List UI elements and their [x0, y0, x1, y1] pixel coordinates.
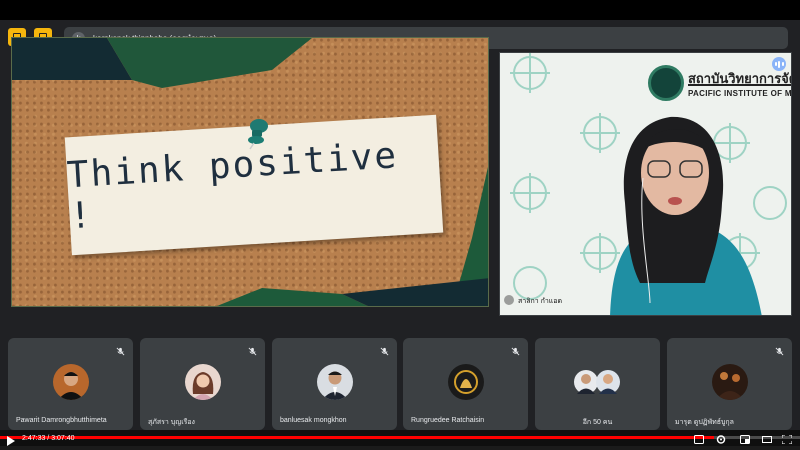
participant-avatar: [447, 364, 484, 400]
duration: 3:07:40: [51, 435, 75, 442]
participant-name: banluesak mongkhon: [280, 417, 347, 424]
participant-tile[interactable]: สุภัสรา บุญเรือง: [140, 338, 265, 430]
time-display: 2:47:33 / 3:07:40: [22, 435, 75, 442]
speaker-mic-icon: [504, 295, 514, 305]
presentation-slide: Think positive !: [11, 37, 489, 307]
participant-tile[interactable]: Rungruedee Ratchaisin: [403, 338, 528, 430]
mic-off-icon: [248, 347, 257, 356]
more-participants-tile[interactable]: อีก 50 คน: [535, 338, 660, 430]
speaking-indicator-icon: [772, 57, 786, 71]
subtitles-icon[interactable]: [694, 435, 704, 444]
mic-off-icon: [511, 347, 520, 356]
play-icon[interactable]: [7, 436, 15, 446]
settings-gear-icon[interactable]: [716, 435, 726, 444]
current-time: 2:47:33: [22, 435, 46, 442]
progress-fill: [0, 436, 714, 439]
top-bar: [0, 0, 800, 20]
participant-name: สุภัสรา บุญเรือง: [148, 419, 195, 426]
mic-off-icon: [116, 347, 125, 356]
participant-tile[interactable]: มารุต ดูปฏิพัทธ์บูกุล: [667, 338, 792, 430]
more-participants-count: อีก 50 คน: [582, 419, 613, 426]
participant-tile[interactable]: Pawarit Damrongbhutthimeta: [8, 338, 133, 430]
speaker-name: สาลิกา กำแอด: [518, 298, 563, 305]
institute-name-th: สถาบันวิทยาการจัดการ: [688, 71, 791, 86]
miniplayer-icon[interactable]: [740, 435, 750, 444]
participant-avatar: [184, 364, 221, 400]
grouped-avatars: [573, 364, 622, 400]
participant-name: Rungruedee Ratchaisin: [411, 417, 485, 424]
mic-off-icon: [380, 347, 389, 356]
speaker-video[interactable]: สถาบันวิทยาการจัดการ PACIFIC INSTITUTE O…: [499, 52, 792, 316]
participant-avatar: [52, 364, 89, 400]
institute-logo: [648, 65, 684, 101]
taskbar-strip: [0, 446, 800, 450]
mic-off-icon: [775, 347, 784, 356]
participant-tile[interactable]: banluesak mongkhon: [272, 338, 397, 430]
participant-avatar: [316, 364, 353, 400]
participant-avatar: [711, 364, 748, 400]
theater-mode-icon[interactable]: [762, 435, 772, 444]
institute-name-en: PACIFIC INSTITUTE OF MANA: [688, 89, 792, 98]
participant-name: มารุต ดูปฏิพัทธ์บูกุล: [675, 419, 734, 426]
institute-divider: [688, 84, 791, 86]
fullscreen-icon[interactable]: [782, 435, 792, 444]
participant-name: Pawarit Damrongbhutthimeta: [16, 417, 107, 424]
push-pin-icon: [248, 119, 268, 150]
progress-bar[interactable]: [0, 436, 800, 439]
